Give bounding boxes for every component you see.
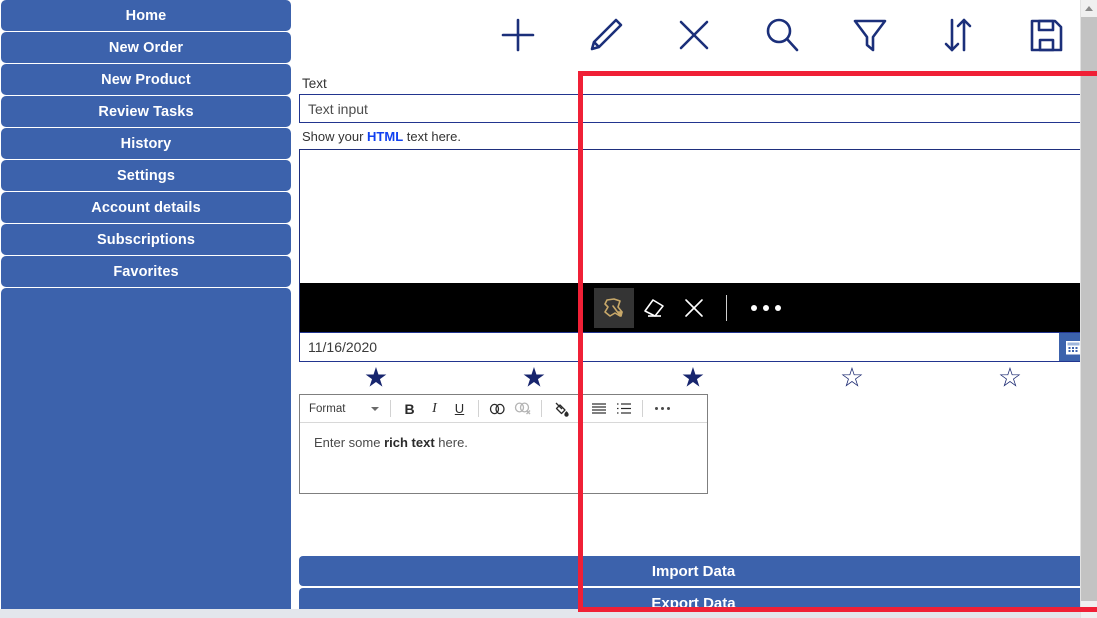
more-options-icon[interactable]: [649, 407, 676, 410]
rich-text-prefix: Enter some: [314, 435, 384, 450]
sidebar-item-history[interactable]: History: [1, 128, 291, 159]
rich-text-editor: Format B I U: [299, 394, 708, 494]
page-scrollbar[interactable]: [1080, 0, 1097, 618]
app-window: Home New Order New Product Review Tasks …: [0, 0, 1097, 618]
link-icon[interactable]: [487, 398, 508, 420]
delete-close-icon[interactable]: [667, 8, 721, 62]
page-footer-strip: [0, 609, 1097, 618]
sidebar-nav: Home New Order New Product Review Tasks …: [0, 0, 292, 618]
text-input-value: Text input: [308, 101, 368, 117]
sidebar-item-settings[interactable]: Settings: [1, 160, 291, 191]
sidebar-empty-area: [1, 288, 291, 609]
ink-widget: [299, 149, 1088, 332]
drawing-canvas[interactable]: [300, 150, 1087, 283]
underline-button[interactable]: U: [449, 398, 470, 420]
scrollbar-thumb[interactable]: [1081, 17, 1097, 601]
import-data-button[interactable]: Import Data: [299, 556, 1088, 586]
sidebar-item-account-details[interactable]: Account details: [1, 192, 291, 223]
italic-button[interactable]: I: [424, 398, 445, 420]
pen-tool-icon[interactable]: [594, 288, 634, 328]
text-field-label: Text: [298, 70, 1089, 94]
toolbar-divider: [541, 400, 542, 417]
rich-text-toolbar: Format B I U: [300, 395, 707, 423]
chevron-down-icon: [371, 407, 379, 411]
command-toolbar: [292, 0, 1097, 70]
add-icon[interactable]: [491, 8, 545, 62]
sidebar-item-subscriptions[interactable]: Subscriptions: [1, 224, 291, 255]
sidebar-item-label: Settings: [117, 168, 175, 184]
numbered-list-icon[interactable]: [613, 398, 634, 420]
scroll-up-arrow[interactable]: [1081, 0, 1097, 17]
rich-text-body[interactable]: Enter some rich text here.: [300, 423, 707, 493]
toolbar-divider: [579, 400, 580, 417]
html-hint-prefix: Show your: [302, 129, 367, 144]
sidebar-item-review-tasks[interactable]: Review Tasks: [1, 96, 291, 127]
ink-more-options-icon[interactable]: [739, 305, 793, 311]
content-spacer: [298, 494, 1089, 555]
save-floppy-icon[interactable]: [1019, 8, 1073, 62]
sidebar-item-label: Favorites: [113, 264, 178, 280]
toolbar-divider: [390, 400, 391, 417]
format-dropdown[interactable]: Format: [304, 398, 384, 420]
star-3[interactable]: ★: [681, 365, 705, 392]
star-1[interactable]: ★: [364, 365, 388, 392]
bullet-list-icon[interactable]: [588, 398, 609, 420]
format-dropdown-label: Format: [309, 403, 345, 415]
form-content: Text Text input Show your HTML text here…: [292, 70, 1097, 618]
rich-text-bold: rich text: [384, 435, 435, 450]
toolbar-divider: [642, 400, 643, 417]
search-icon[interactable]: [755, 8, 809, 62]
text-input[interactable]: Text input: [299, 94, 1088, 123]
sidebar-item-label: Subscriptions: [97, 232, 195, 248]
star-5[interactable]: ☆: [998, 365, 1022, 392]
unlink-icon[interactable]: [512, 398, 533, 420]
ink-toolbar: [300, 283, 1087, 332]
toolbar-divider: [478, 400, 479, 417]
sidebar-item-new-product[interactable]: New Product: [1, 64, 291, 95]
sidebar-item-label: Review Tasks: [98, 104, 193, 120]
star-rating[interactable]: ★ ★ ★ ☆ ☆: [299, 362, 1088, 394]
main-panel: Text Text input Show your HTML text here…: [292, 0, 1097, 618]
font-color-icon[interactable]: [550, 398, 571, 420]
filter-icon[interactable]: [843, 8, 897, 62]
date-picker[interactable]: 11/16/2020: [299, 332, 1088, 362]
sidebar-item-label: Home: [126, 8, 167, 24]
eraser-tool-icon[interactable]: [634, 288, 674, 328]
sidebar-item-label: New Order: [109, 40, 183, 56]
sidebar-item-favorites[interactable]: Favorites: [1, 256, 291, 287]
clear-canvas-icon[interactable]: [674, 288, 714, 328]
ink-divider: [726, 295, 727, 321]
sort-icon[interactable]: [931, 8, 985, 62]
sidebar-item-label: Account details: [91, 200, 200, 216]
date-value[interactable]: 11/16/2020: [300, 333, 1059, 361]
sidebar-item-label: New Product: [101, 72, 191, 88]
edit-pencil-icon[interactable]: [579, 8, 633, 62]
html-hint-suffix: text here.: [403, 129, 461, 144]
html-hint-text: Show your HTML text here.: [298, 123, 1089, 149]
rich-text-suffix: here.: [435, 435, 468, 450]
star-4[interactable]: ☆: [840, 365, 864, 392]
bold-button[interactable]: B: [399, 398, 420, 420]
html-hint-keyword: HTML: [367, 129, 403, 144]
sidebar-item-label: History: [121, 136, 172, 152]
scroll-down-arrow[interactable]: [1081, 601, 1097, 618]
sidebar-item-new-order[interactable]: New Order: [1, 32, 291, 63]
star-2[interactable]: ★: [522, 365, 546, 392]
sidebar-item-home[interactable]: Home: [1, 0, 291, 31]
